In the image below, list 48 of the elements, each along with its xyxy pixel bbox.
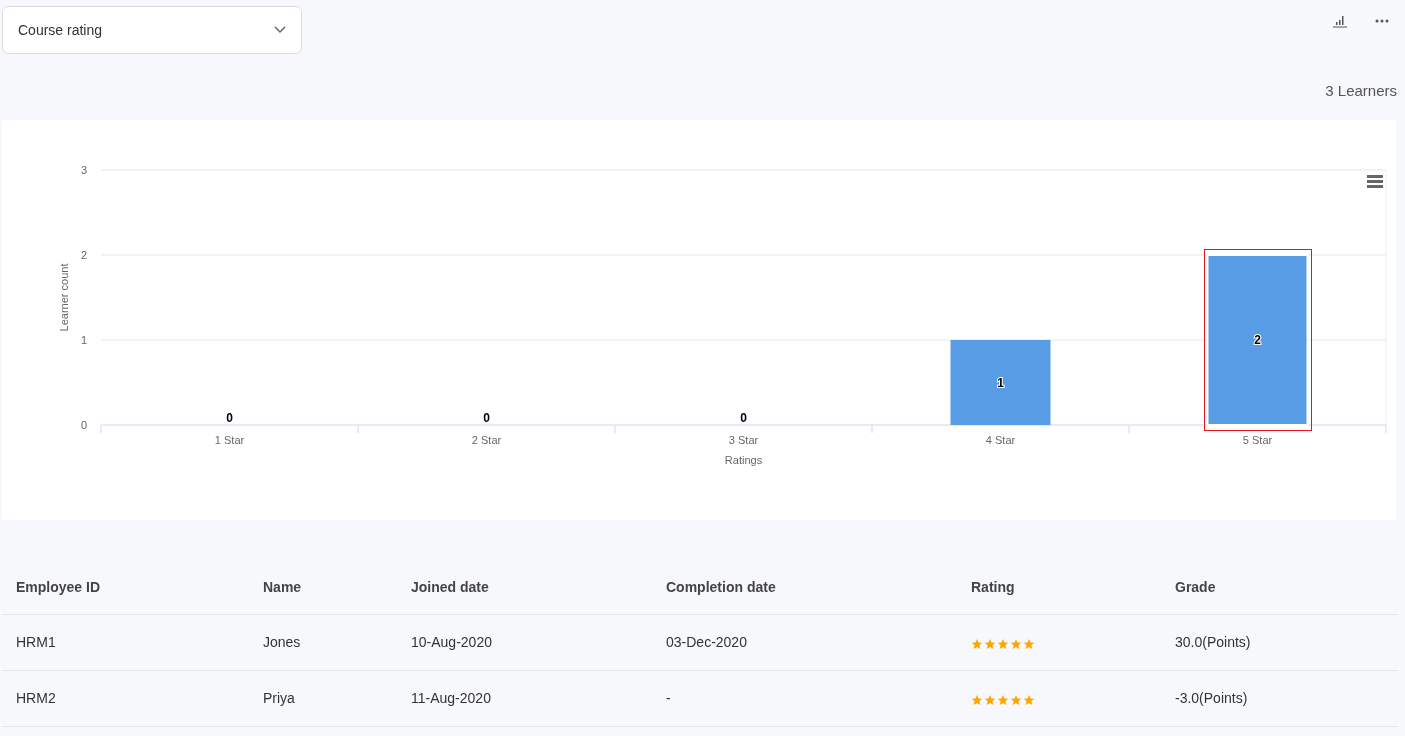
table-cell: Priya (263, 690, 295, 706)
table-cell: -3.0(Points) (1175, 690, 1248, 706)
menu-icon[interactable] (1367, 175, 1383, 188)
y-tick-label: 3 (80, 164, 87, 176)
x-tick-label: 2 Star (471, 434, 502, 446)
table-cell: Jones (263, 634, 301, 650)
data-label: 0 (483, 411, 490, 425)
star-icon (1023, 694, 1035, 706)
x-tick-label: 5 Star (1242, 434, 1273, 446)
star-icon (1010, 694, 1022, 706)
column-header: Name (263, 579, 302, 595)
data-label: 1 (997, 375, 1004, 390)
x-tick-label: 1 Star (214, 434, 245, 446)
table-cell: 11-Aug-2020 (411, 690, 491, 706)
y-tick-label: 1 (80, 334, 87, 346)
star-icon (971, 638, 983, 650)
star-icon (1023, 638, 1035, 650)
star-icon (997, 694, 1009, 706)
star-icon (997, 638, 1009, 650)
y-tick-label: 0 (80, 419, 87, 431)
more-icon[interactable] (1375, 19, 1389, 23)
x-tick-label: 4 Star (985, 434, 1016, 446)
bar-chart-icon[interactable] (1333, 14, 1347, 28)
star-icon (984, 638, 996, 650)
chevron-down-icon (274, 26, 286, 34)
table-cell: 30.0(Points) (1175, 634, 1251, 650)
table-cell: HRM1 (16, 634, 56, 650)
star-icon (971, 694, 983, 706)
column-header: Joined date (411, 579, 489, 595)
data-label: 0 (226, 411, 233, 425)
column-header: Rating (971, 579, 1015, 595)
column-header: Grade (1175, 579, 1216, 595)
data-label: 2 (1254, 333, 1261, 347)
x-axis-title: Ratings (724, 454, 763, 466)
x-tick-label: 3 Star (728, 434, 759, 446)
report-select[interactable]: Course rating (2, 6, 302, 54)
column-header: Completion date (666, 579, 776, 595)
table-cell: 03-Dec-2020 (666, 634, 747, 650)
table-cell: - (666, 690, 671, 706)
star-icon (1010, 638, 1022, 650)
table-cell: 10-Aug-2020 (411, 634, 492, 650)
y-axis-title: Learner count (58, 263, 70, 332)
table-cell: HRM2 (16, 690, 56, 706)
y-tick-label: 2 (80, 249, 87, 261)
data-label: 0 (740, 411, 747, 425)
learner-count: 3 Learners (1325, 81, 1397, 101)
column-header: Employee ID (16, 579, 101, 595)
star-icon (984, 694, 996, 706)
